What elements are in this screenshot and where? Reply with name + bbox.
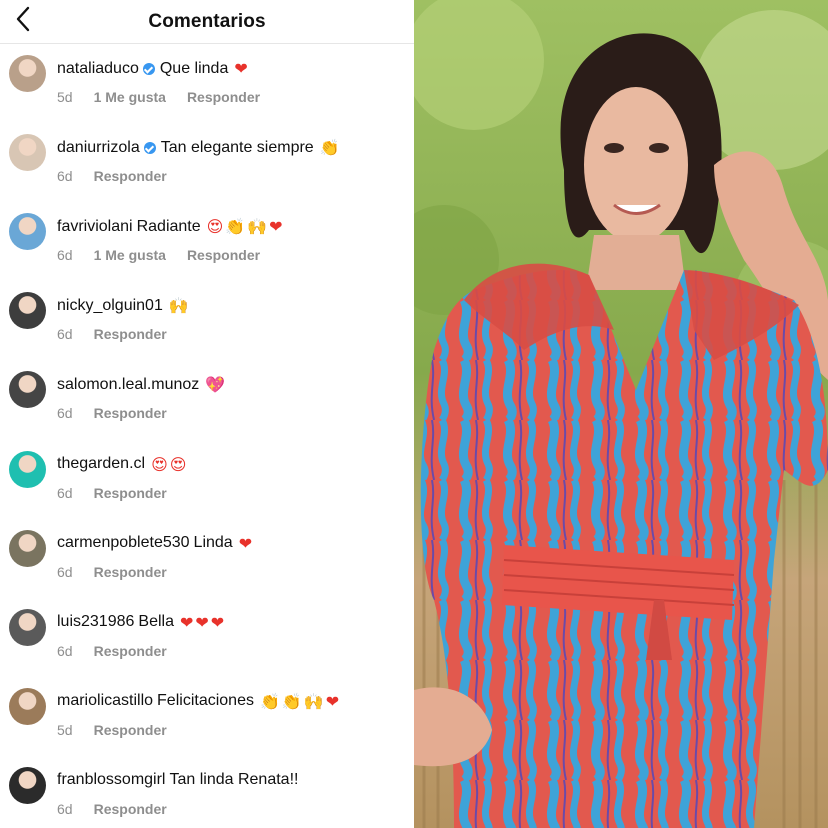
comment-age: 5d: [57, 89, 73, 105]
comment-text: Bella: [138, 613, 174, 631]
comment-age: 6d: [57, 168, 73, 185]
comment-meta: 6d Responder: [57, 564, 188, 580]
reply-button[interactable]: Responder: [94, 722, 167, 738]
comment-age: 6d: [57, 484, 73, 501]
comment-body: franblossomgirl Tan linda Renata!!: [57, 771, 298, 789]
comment-meta: 6d Responder: [57, 485, 188, 501]
comment-body: thegarden.cl 😍😍: [57, 455, 188, 474]
comment-row: thegarden.cl 😍😍 6d Responder: [0, 441, 414, 520]
comment-username[interactable]: mariolicastillo: [57, 692, 153, 710]
chevron-left-icon[interactable]: [10, 4, 36, 34]
comment-username[interactable]: nicky_olguin01: [57, 297, 163, 315]
comment-emojis: 😍😍: [151, 454, 189, 474]
comment-text: Felicitaciones: [157, 692, 254, 710]
avatar[interactable]: [9, 55, 46, 92]
comment-emojis: ❤: [238, 533, 255, 553]
comment-emojis: 💖: [205, 375, 228, 395]
comment-text: Radiante: [136, 217, 201, 235]
reply-button[interactable]: Responder: [187, 89, 260, 105]
reply-button[interactable]: Responder: [187, 247, 260, 263]
comment-username[interactable]: nataliaduco: [57, 60, 139, 78]
comment-row: luis231986 Bella ❤❤❤ 6d Responder: [0, 599, 414, 678]
reply-button[interactable]: Responder: [94, 643, 167, 659]
comment-username[interactable]: daniurrizola: [57, 139, 140, 157]
comment-meta: 6d Responder: [57, 405, 188, 421]
likes-count[interactable]: 1 Me gusta: [94, 247, 166, 263]
avatar[interactable]: [9, 134, 46, 172]
comment-username[interactable]: luis231986: [57, 613, 134, 631]
comment-row: franblossomgirl Tan linda Renata!! 6d Respo…: [0, 757, 414, 828]
comment-username[interactable]: carmenpoblete530: [57, 534, 190, 552]
comments-panel: Comentarios nataliaduco Que linda ❤ 5d 1 Me …: [0, 0, 414, 828]
comment-body: nicky_olguin01 🙌: [57, 296, 191, 315]
comments-header: Comentarios: [0, 0, 414, 44]
comment-row: mariolicastillo Felicitaciones 👏👏🙌❤ 5d Respo…: [0, 678, 414, 757]
comment-row: carmenpoblete530 Linda ❤ 6d Responder: [0, 520, 414, 599]
comment-meta: 6d Responder: [57, 801, 188, 817]
comment-body: salomon.leal.munoz 💖: [57, 375, 227, 394]
avatar[interactable]: [9, 608, 46, 646]
comment-body: luis231986 Bella ❤❤❤: [57, 613, 226, 632]
woman-in-dress-image: [414, 0, 828, 828]
comment-text: Tan elegante siempre: [160, 138, 314, 156]
comment-text: Linda: [193, 534, 233, 552]
avatar[interactable]: [9, 371, 46, 409]
reply-button[interactable]: Responder: [94, 326, 167, 342]
comment-body: carmenpoblete530 Linda ❤: [57, 534, 254, 553]
comment-row: nicky_olguin01 🙌 6d Responder: [0, 282, 414, 361]
comment-age: 6d: [57, 247, 73, 264]
comment-text: Tan linda Renata!!: [169, 770, 299, 788]
reply-button[interactable]: Responder: [94, 801, 167, 817]
likes-count[interactable]: 1 Me gusta: [94, 89, 166, 105]
comment-emojis: ❤❤❤: [179, 612, 227, 632]
comment-body: nataliaduco Que linda ❤: [57, 59, 250, 78]
comment-age: 6d: [57, 405, 73, 422]
comment-username[interactable]: salomon.leal.munoz: [57, 376, 199, 394]
reply-button[interactable]: Responder: [94, 564, 167, 580]
reply-button[interactable]: Responder: [94, 485, 167, 501]
reply-button[interactable]: Responder: [94, 168, 167, 184]
post-photo: [414, 0, 828, 828]
comment-username[interactable]: favriviolani: [57, 218, 133, 236]
comment-age: 6d: [57, 563, 73, 580]
avatar[interactable]: [9, 450, 46, 488]
comment-row: favriviolani Radiante 😍👏🙌❤ 6d 1 Me gusta Resp…: [0, 203, 414, 282]
comment-age: 5d: [57, 721, 73, 738]
avatar[interactable]: [9, 529, 46, 567]
comment-emojis: ❤: [234, 59, 250, 78]
comment-meta: 5d Responder: [57, 722, 188, 738]
comment-meta: 5d 1 Me gusta Responder: [57, 89, 281, 105]
avatar[interactable]: [9, 766, 46, 804]
comment-age: 6d: [57, 326, 73, 343]
comment-age: 6d: [57, 642, 73, 659]
comment-body: daniurrizola Tan elegante siempre 👏: [57, 138, 342, 157]
avatar[interactable]: [9, 213, 46, 251]
comment-username[interactable]: franblossomgirl: [57, 771, 165, 789]
comment-text: Que linda: [159, 59, 229, 77]
comment-meta: 6d Responder: [57, 643, 188, 659]
comment-age: 6d: [57, 800, 73, 817]
comment-meta: 6d Responder: [57, 168, 188, 184]
comment-body: mariolicastillo Felicitaciones 👏👏🙌❤: [57, 692, 341, 711]
verified-badge-icon: [143, 141, 156, 154]
verified-badge-icon: [142, 62, 155, 75]
comment-meta: 6d 1 Me gusta Responder: [57, 247, 281, 263]
avatar[interactable]: [9, 687, 46, 725]
comment-meta: 6d Responder: [57, 326, 188, 342]
comment-emojis: 🙌: [168, 296, 191, 316]
comment-emojis: 😍👏🙌❤: [206, 217, 285, 237]
comment-body: favriviolani Radiante 😍👏🙌❤: [57, 217, 285, 236]
page-title: Comentarios: [148, 10, 266, 32]
comment-emojis: 👏👏🙌❤: [259, 691, 342, 711]
comment-row: salomon.leal.munoz 💖 6d Responder: [0, 361, 414, 440]
comment-row: nataliaduco Que linda ❤ 5d 1 Me gusta Respond…: [0, 45, 414, 124]
avatar[interactable]: [9, 292, 46, 330]
comment-row: daniurrizola Tan elegante siempre 👏 6d Respo…: [0, 124, 414, 203]
comment-username[interactable]: thegarden.cl: [57, 455, 145, 473]
comment-emojis: 👏: [319, 138, 342, 158]
reply-button[interactable]: Responder: [94, 405, 167, 421]
